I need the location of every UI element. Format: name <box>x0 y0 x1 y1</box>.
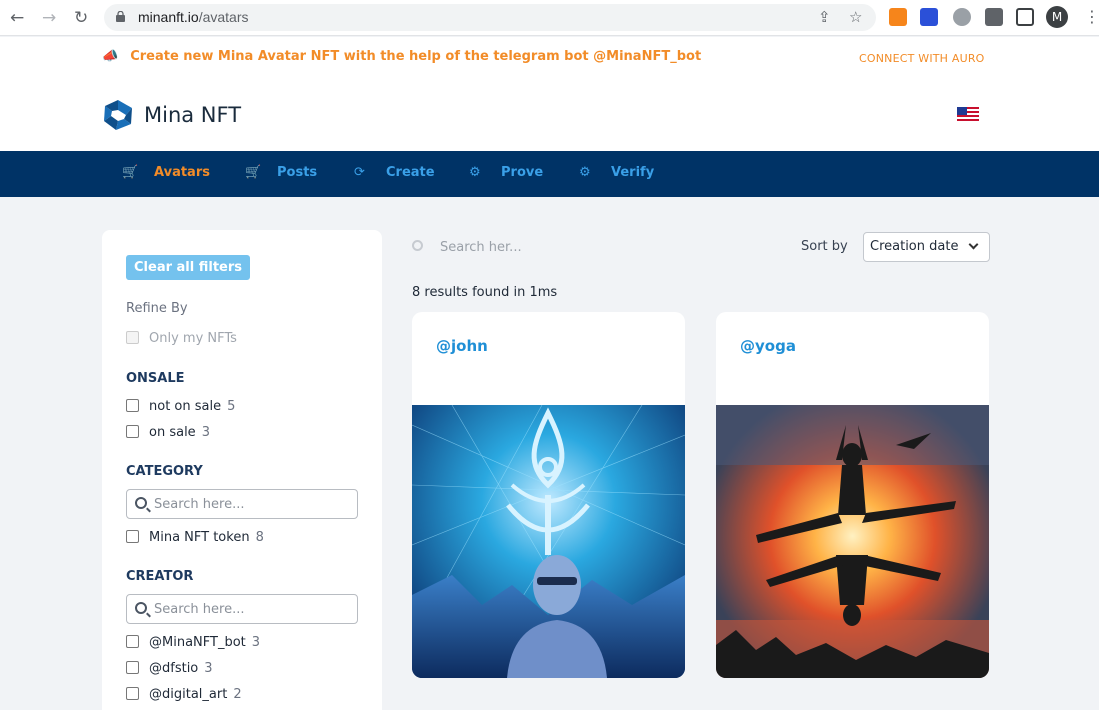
card-handle[interactable]: @yoga <box>740 337 796 355</box>
star-icon[interactable]: ☆ <box>849 8 862 26</box>
checkbox[interactable] <box>126 687 139 700</box>
refine-by-label: Refine By <box>126 301 188 316</box>
facet-minanft-bot[interactable]: @MinaNFT_bot 3 <box>126 635 260 650</box>
megaphone-icon: 📣 <box>102 49 119 64</box>
extension-g-icon[interactable] <box>953 8 971 26</box>
menu-icon[interactable]: ⋮ <box>1084 7 1099 26</box>
results-count: 8 results found in 1ms <box>412 285 558 300</box>
gear-icon: ⚙ <box>469 165 481 180</box>
search-icon <box>135 497 147 509</box>
onsale-title: ONSALE <box>126 371 185 386</box>
address-bar[interactable]: minanft.io/avatars ⇪ ☆ <box>104 4 876 31</box>
creator-search[interactable] <box>126 594 358 624</box>
sort-by-label: Sort by <box>801 239 848 254</box>
only-my-nfts-toggle[interactable]: Only my NFTs <box>126 331 237 346</box>
checkbox[interactable] <box>126 425 139 438</box>
facet-mina-nft-token[interactable]: Mina NFT token 8 <box>126 530 264 545</box>
clear-filters-button[interactable]: Clear all filters <box>126 255 251 280</box>
profile-avatar[interactable]: M <box>1046 6 1068 28</box>
share-icon[interactable]: ⇪ <box>818 8 831 26</box>
url-text: minanft.io/avatars <box>138 9 249 25</box>
us-flag-icon[interactable] <box>957 107 979 123</box>
checkbox[interactable] <box>126 331 139 344</box>
creator-search-input[interactable] <box>154 600 350 618</box>
search-input[interactable] <box>440 237 740 257</box>
main-nav: 🛒 Avatars 🛒 Posts ⟳ Create ⚙ Prove ⚙ Verify <box>0 151 1099 197</box>
checkbox[interactable] <box>126 661 139 674</box>
connect-auro-button[interactable]: CONNECT WITH AURO <box>859 52 985 65</box>
chevron-down-icon <box>968 239 979 250</box>
lock-icon <box>116 11 125 22</box>
nft-image-john[interactable] <box>412 405 685 678</box>
refresh-icon: ⟳ <box>354 165 365 180</box>
cart-icon: 🛒 <box>245 165 262 180</box>
nft-image-yoga[interactable] <box>716 405 989 678</box>
filters-panel: Clear all filters Refine By Only my NFTs… <box>102 230 382 710</box>
search-icon <box>135 602 147 614</box>
search-icon <box>412 240 423 251</box>
facet-dfstio[interactable]: @dfstio 3 <box>126 661 213 676</box>
announcement[interactable]: 📣 Create new Mina Avatar NFT with the hel… <box>102 49 701 64</box>
category-title: CATEGORY <box>126 464 203 479</box>
nav-prove[interactable]: ⚙ Prove <box>469 165 543 180</box>
forward-icon[interactable]: → <box>42 8 56 28</box>
metamask-icon[interactable] <box>889 8 907 26</box>
mina-logo-icon[interactable] <box>102 99 134 131</box>
nav-avatars[interactable]: 🛒 Avatars <box>122 165 210 180</box>
sidepanel-icon[interactable] <box>1016 8 1034 26</box>
site-header: 📣 Create new Mina Avatar NFT with the hel… <box>0 37 1099 151</box>
facet-digital-art[interactable]: @digital_art 2 <box>126 687 242 702</box>
facet-not-on-sale[interactable]: not on sale 5 <box>126 399 235 414</box>
nav-create[interactable]: ⟳ Create <box>354 165 435 180</box>
nft-card-yoga[interactable]: @yoga <box>716 312 989 678</box>
browser-toolbar: ← → ↻ minanft.io/avatars ⇪ ☆ M ⋮ <box>0 0 1099 36</box>
extension-a-icon[interactable] <box>920 8 938 26</box>
nav-posts[interactable]: 🛒 Posts <box>245 165 317 180</box>
nft-card-john[interactable]: @john <box>412 312 685 678</box>
reload-icon[interactable]: ↻ <box>74 8 88 28</box>
brand-name[interactable]: Mina NFT <box>144 103 241 127</box>
sort-value: Creation date <box>870 239 959 254</box>
category-search[interactable] <box>126 489 358 519</box>
facet-on-sale[interactable]: on sale 3 <box>126 425 210 440</box>
announcement-text: Create new Mina Avatar NFT with the help… <box>130 49 702 64</box>
puzzle-icon[interactable] <box>985 8 1003 26</box>
cart-icon: 🛒 <box>122 165 139 180</box>
checkbox[interactable] <box>126 530 139 543</box>
sort-select[interactable]: Creation date <box>863 232 990 262</box>
nav-verify[interactable]: ⚙ Verify <box>579 165 654 180</box>
creator-title: CREATOR <box>126 569 194 584</box>
checkbox[interactable] <box>126 399 139 412</box>
card-handle[interactable]: @john <box>436 337 488 355</box>
gear-icon: ⚙ <box>579 165 591 180</box>
category-search-input[interactable] <box>154 495 350 513</box>
back-icon[interactable]: ← <box>10 8 24 28</box>
checkbox[interactable] <box>126 635 139 648</box>
